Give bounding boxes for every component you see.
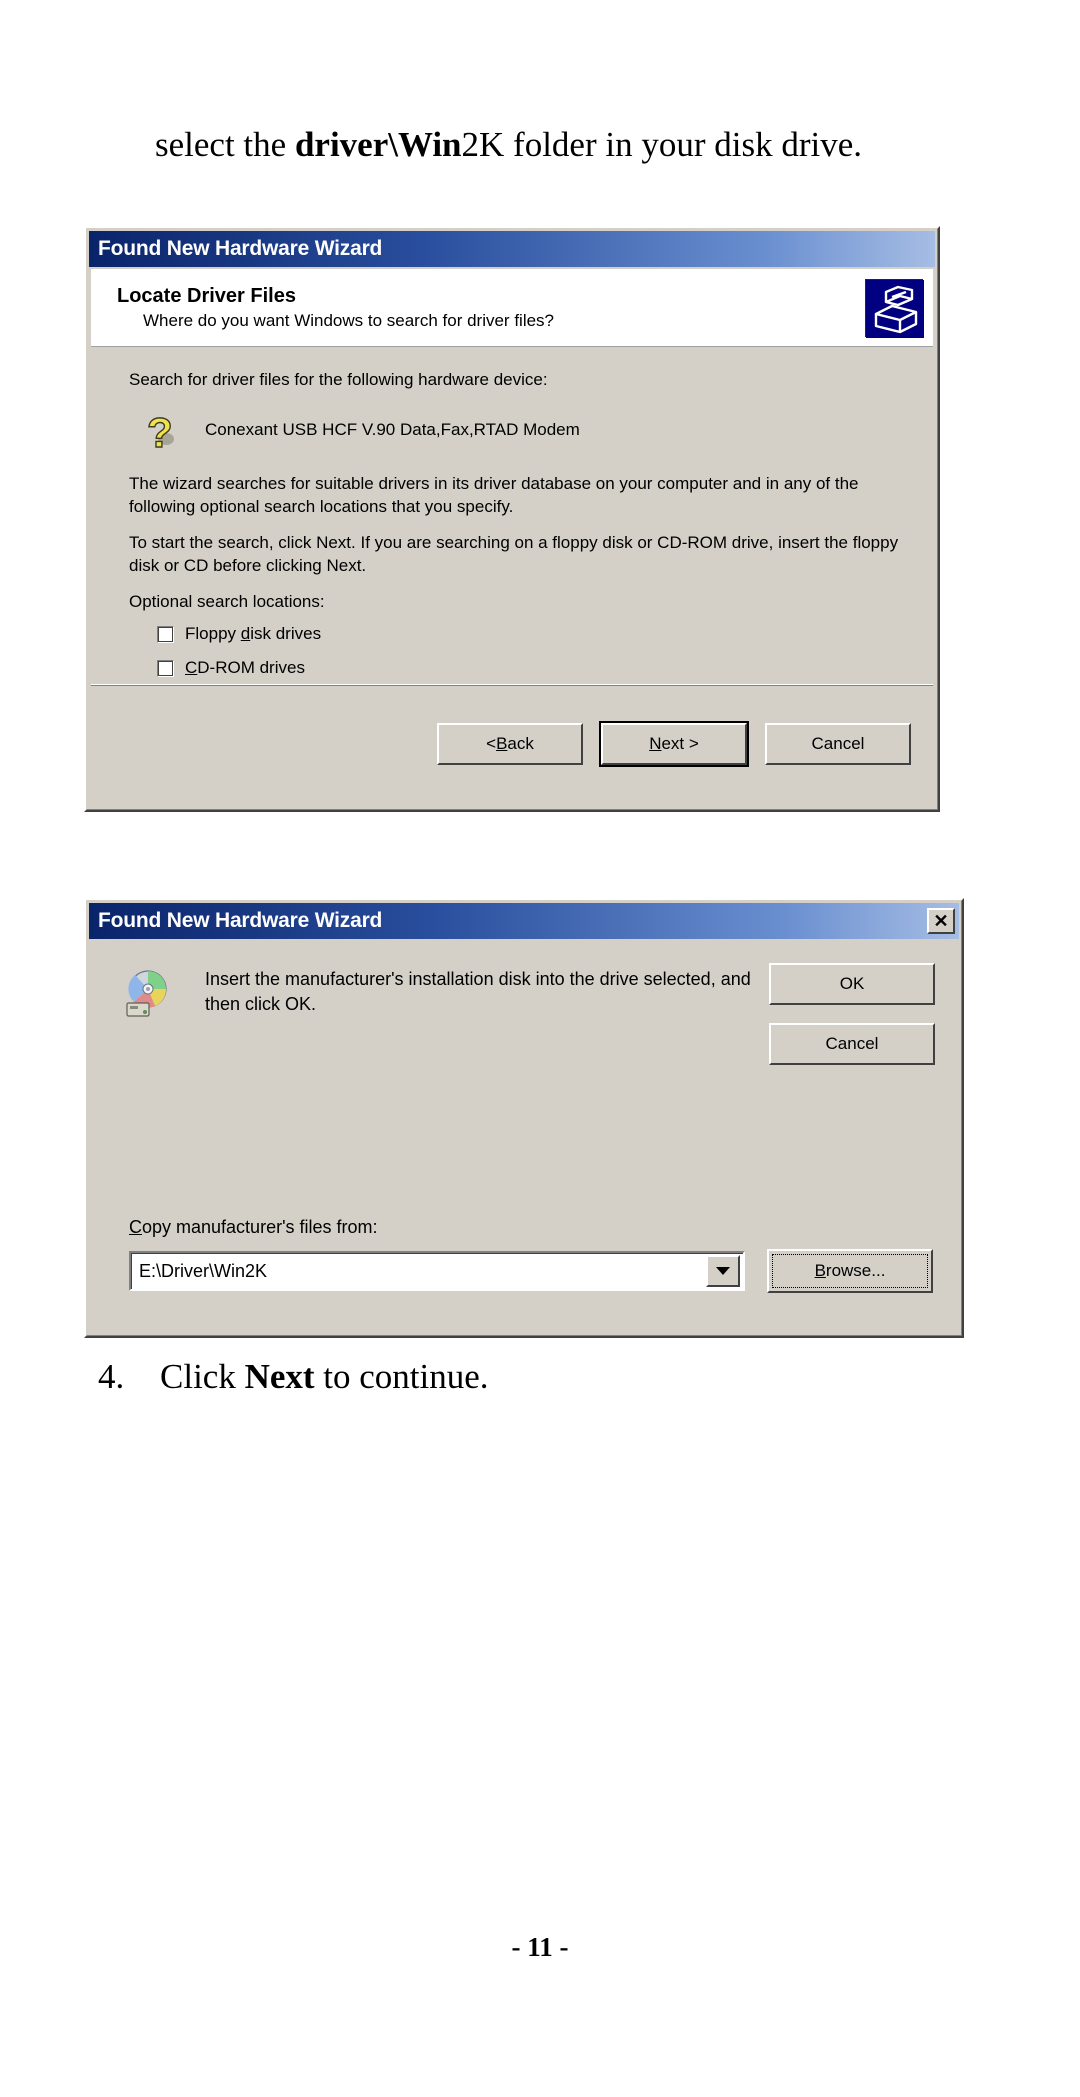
browse-focus-ring	[772, 1254, 928, 1288]
step-text-part-3: to continue.	[314, 1357, 489, 1396]
path-combobox-value: E:\Driver\Win2K	[139, 1260, 268, 1281]
intro-paragraph: select the driver\Win2K folder in your d…	[155, 123, 955, 167]
insert-disk-dialog: Found New Hardware Wizard ✕ Insert the m…	[84, 898, 964, 1338]
step-text-part-1: Click	[160, 1357, 245, 1396]
unknown-device-question-icon: ?	[139, 407, 185, 457]
cancel-button[interactable]: Cancel	[765, 723, 911, 765]
wizard-body: Search for driver files for the followin…	[91, 347, 933, 745]
insert-dialog-title-text: Found New Hardware Wizard	[98, 909, 383, 932]
checkbox-row-floppy-disk-drives[interactable]: Floppy disk drives	[157, 622, 903, 648]
intro-text-part-2: driver\Win	[294, 125, 462, 164]
checkbox-label-floppy-disk-drives: Floppy disk drives	[185, 624, 322, 644]
wizard-paragraph-2: To start the search, click Next. If you …	[129, 533, 899, 575]
cd-disk-icon	[121, 965, 179, 1023]
wizard-title-text: Found New Hardware Wizard	[98, 237, 383, 260]
chevron-down-icon[interactable]	[706, 1255, 740, 1287]
intro-text-part-1: select the	[155, 125, 295, 164]
wizard-titlebar: Found New Hardware Wizard	[89, 231, 935, 267]
svg-text:?: ?	[147, 409, 173, 453]
wizard-lead-text: Search for driver files for the followin…	[129, 370, 548, 389]
step-number: 4.	[98, 1357, 125, 1396]
step-text-part-2: Next	[244, 1357, 315, 1396]
close-icon[interactable]: ✕	[927, 908, 955, 934]
intro-text-part-3: 2K folder in your disk drive.	[461, 125, 862, 164]
insert-dialog-body: Insert the manufacturer's installation d…	[91, 941, 957, 1331]
step-instruction: 4. Click Next to continue.	[98, 1355, 958, 1399]
insert-disk-message: Insert the manufacturer's installation d…	[205, 969, 751, 1014]
copy-files-from-label: Copy manufacturer's files from:	[129, 1217, 378, 1237]
ok-button[interactable]: OK	[769, 963, 935, 1005]
copy-files-from-section: Copy manufacturer's files from: E:\Drive…	[129, 1217, 933, 1293]
device-name: Conexant USB HCF V.90 Data,Fax,RTAD Mode…	[205, 420, 580, 440]
path-row: E:\Driver\Win2K Browse...	[129, 1249, 933, 1293]
checkbox-row-cd-rom-drives[interactable]: CD-ROM drives	[157, 656, 903, 682]
insert-dialog-button-stack: OK Cancel	[769, 963, 935, 1065]
wizard-header-text: Locate Driver Files Where do you want Wi…	[117, 285, 865, 331]
next-button[interactable]: Next >	[599, 721, 749, 767]
wizard-header-title: Locate Driver Files	[117, 284, 296, 307]
page-number: - 11 -	[511, 1932, 569, 1962]
checkbox-floppy-disk-drives[interactable]	[157, 626, 174, 644]
path-combobox[interactable]: E:\Driver\Win2K	[129, 1251, 745, 1291]
wizard-footer: < Back Next > Cancel	[91, 684, 933, 803]
found-new-hardware-wizard-dialog: Found New Hardware Wizard Locate Driver …	[84, 226, 940, 812]
back-button[interactable]: < Back	[437, 723, 583, 765]
checkbox-cd-rom-drives[interactable]	[157, 660, 174, 678]
step-text: Click Next to continue.	[160, 1355, 489, 1399]
optional-search-locations-label: Optional search locations:	[129, 592, 325, 612]
insert-message-row: Insert the manufacturer's installation d…	[113, 961, 935, 1065]
wizard-paragraph-1: The wizard searches for suitable drivers…	[129, 474, 859, 516]
insert-cancel-button[interactable]: Cancel	[769, 1023, 935, 1065]
wizard-header-subtitle: Where do you want Windows to search for …	[143, 310, 555, 330]
wizard-header-band: Locate Driver Files Where do you want Wi…	[91, 269, 933, 347]
checkbox-label-cd-rom-drives: CD-ROM drives	[185, 658, 305, 678]
browse-button[interactable]: Browse...	[767, 1249, 933, 1293]
insert-dialog-titlebar: Found New Hardware Wizard ✕	[89, 903, 959, 939]
driver-files-icon	[865, 278, 924, 338]
device-row: ? Conexant USB HCF V.90 Data,Fax,RTAD Mo…	[129, 407, 903, 457]
